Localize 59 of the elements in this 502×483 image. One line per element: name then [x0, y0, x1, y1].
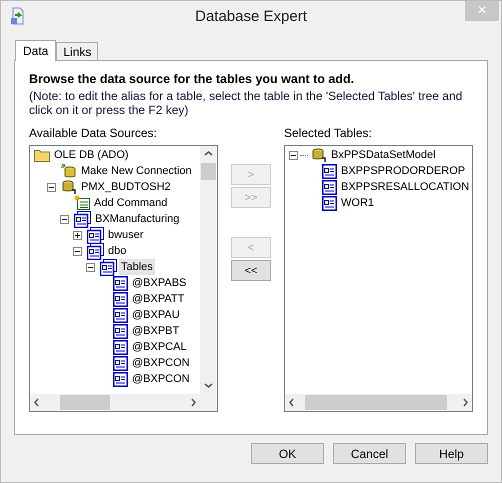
table-icon: [113, 340, 128, 354]
window-title: Database Expert: [195, 8, 307, 24]
vertical-scrollbar[interactable]: [200, 146, 217, 394]
horizontal-scrollbar[interactable]: [285, 394, 472, 411]
selected-label: Selected Tables:: [284, 126, 373, 141]
dialog-button[interactable]: OK: [251, 443, 324, 464]
table-icon: [322, 164, 337, 178]
tree-item[interactable]: @BXPATT: [130, 291, 186, 307]
table-icon: [322, 180, 337, 194]
table-icon: [113, 356, 128, 370]
tab[interactable]: Links: [56, 42, 98, 60]
tree-item[interactable]: PMX_BUDTOSH2: [79, 179, 173, 195]
table-icon: [113, 324, 128, 338]
tree-item[interactable]: Add Command: [92, 195, 170, 211]
tree-item[interactable]: bwuser: [106, 227, 146, 243]
collapse-icon[interactable]: [73, 246, 82, 256]
expand-icon[interactable]: [73, 230, 82, 240]
tree-item[interactable]: dbo: [106, 243, 128, 259]
instruction-heading: Browse the data source for the tables you want to add.: [29, 72, 356, 86]
tree-item[interactable]: @BXPABS: [130, 275, 188, 291]
tree-item[interactable]: BxPPSDataSetModel: [329, 147, 438, 163]
available-label: Available Data Sources:: [29, 126, 158, 141]
table-stack-icon: [100, 258, 117, 276]
tree-item[interactable]: @BXPCON: [130, 355, 192, 371]
collapse-icon[interactable]: [289, 150, 298, 160]
note-text: (Note: to edit the alias for a table, select the table in the 'Selected Tables' tree and click on it or press the F2 key): [29, 89, 464, 117]
table-icon: [113, 276, 128, 290]
collapse-icon[interactable]: [60, 214, 69, 224]
tree-item[interactable]: @BXPCON: [130, 371, 192, 387]
database-plug-icon: [61, 179, 77, 195]
table-sparkle-icon: [74, 195, 90, 211]
table-icon: [113, 292, 128, 306]
table-icon: [113, 372, 128, 386]
dialog-button[interactable]: Cancel: [333, 443, 406, 464]
tree-item[interactable]: @BXPCAL: [130, 339, 189, 355]
database-plug-icon: [311, 147, 327, 163]
table-icon: [113, 308, 128, 322]
horizontal-scrollbar[interactable]: [30, 394, 217, 411]
tree-item[interactable]: @BXPAU: [130, 307, 182, 323]
database-sparkle-icon: [61, 163, 77, 179]
dialog-button[interactable]: Help: [415, 443, 488, 464]
tree-item[interactable]: Tables: [119, 259, 155, 275]
table-icon: [322, 196, 337, 210]
collapse-icon[interactable]: [47, 182, 56, 192]
collapse-icon[interactable]: [86, 262, 95, 272]
tree-item[interactable]: WOR1: [339, 195, 376, 211]
tree-item[interactable]: BXPPSPRODORDEROP: [339, 163, 468, 179]
tree-item[interactable]: @BXPBT: [130, 323, 182, 339]
tree-item[interactable]: Make New Connection: [79, 163, 194, 179]
move-button[interactable]: <<: [231, 260, 271, 281]
table-stack-icon: [87, 226, 104, 244]
tree-item[interactable]: BXPPSRESALLOCATION: [339, 179, 472, 195]
folder-icon: [34, 148, 50, 162]
tree-item[interactable]: OLE DB (ADO): [52, 147, 131, 163]
database-arrow-icon: [10, 7, 26, 25]
table-stack-icon: [87, 242, 104, 260]
tree-item[interactable]: BXManufacturing: [93, 211, 182, 227]
table-stack-icon: [74, 210, 91, 228]
tab[interactable]: Data: [15, 40, 56, 61]
